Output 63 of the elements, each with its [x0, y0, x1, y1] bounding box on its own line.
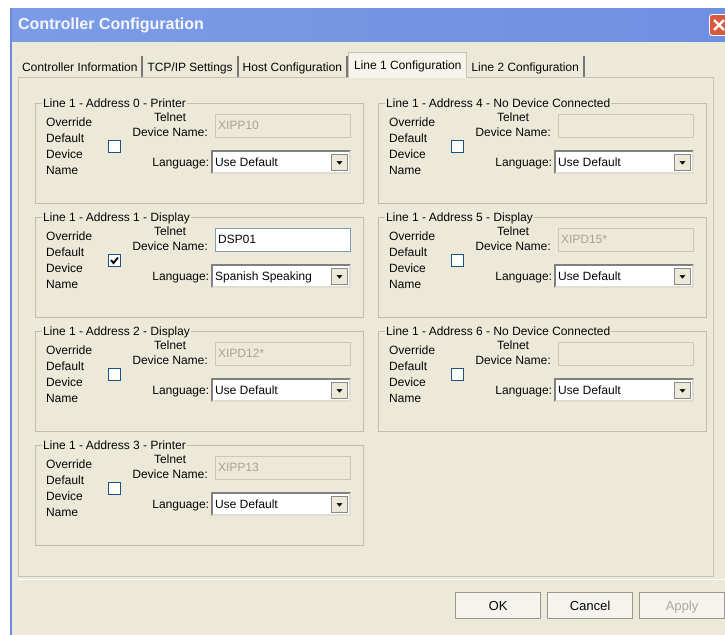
- field-label: Device Name:: [475, 353, 551, 368]
- window-title: Controller Configuration: [17, 16, 204, 34]
- input-field[interactable]: DSP01: [215, 228, 351, 252]
- field-label: Telnet: [154, 224, 186, 239]
- field-label: Language:: [151, 154, 209, 170]
- field-label: Language:: [494, 268, 552, 284]
- field-label: Telnet: [496, 224, 530, 239]
- field-label: Language:: [151, 268, 209, 284]
- group-title: Line 1 - Address 6 - No Device Connected: [385, 324, 612, 338]
- dropdown-arrow-icon[interactable]: [674, 382, 691, 398]
- group-title: Line 1 - Address 2 - Display: [42, 324, 191, 338]
- checkbox-label: Override Default Device Name: [46, 228, 94, 292]
- language-dropdown[interactable]: Use Default: [554, 264, 694, 288]
- field-label: Device Name:: [475, 125, 551, 140]
- checkbox-label: Override Default Device Name: [46, 342, 94, 406]
- language-dropdown[interactable]: Use Default: [211, 150, 351, 174]
- field-label: Telnet: [154, 452, 186, 467]
- dropdown-arrow-icon[interactable]: [331, 154, 348, 170]
- tab[interactable]: Line 1 Configuration: [348, 52, 468, 78]
- dropdown-arrow-icon[interactable]: [331, 382, 348, 398]
- group-title: Line 1 - Address 4 - No Device Connected: [385, 96, 612, 110]
- field-label: Telnet: [496, 338, 530, 353]
- checkbox-label: Override Default Device Name: [46, 114, 94, 178]
- field-label: Device Name:: [132, 125, 208, 140]
- checkbox[interactable]: [451, 368, 464, 381]
- checkbox-label: Override Default Device Name: [389, 228, 436, 292]
- checkbox[interactable]: [451, 140, 464, 153]
- field-label: Device Name:: [132, 353, 208, 368]
- dropdown-arrow-icon[interactable]: [674, 154, 691, 170]
- group-title: Line 1 - Address 0 - Printer: [42, 96, 187, 110]
- field-label: Telnet: [154, 338, 186, 353]
- checkbox[interactable]: [108, 140, 121, 153]
- checkbox-label: Override Default Device Name: [389, 114, 436, 178]
- language-dropdown[interactable]: Spanish Speaking: [211, 264, 351, 288]
- dialog-button[interactable]: Cancel: [547, 592, 633, 619]
- field-label: Device Name:: [132, 239, 208, 254]
- field-label: Telnet: [496, 110, 530, 125]
- language-dropdown[interactable]: Use Default: [554, 150, 694, 174]
- field-label: Device Name:: [475, 239, 551, 254]
- dropdown-arrow-icon[interactable]: [674, 268, 691, 284]
- dialog-button[interactable]: OK: [455, 592, 541, 619]
- field-label: Device Name:: [132, 467, 208, 482]
- field-label: Language:: [494, 382, 552, 398]
- checkbox-label: Override Default Device Name: [389, 342, 436, 406]
- group-title: Line 1 - Address 3 - Printer: [42, 438, 187, 452]
- checkbox-label: Override Default Device Name: [46, 456, 94, 520]
- language-dropdown[interactable]: Use Default: [211, 492, 351, 516]
- group-title: Line 1 - Address 5 - Display: [385, 210, 534, 224]
- checkbox[interactable]: [108, 482, 121, 495]
- field-label: Language:: [494, 154, 552, 170]
- language-dropdown[interactable]: Use Default: [554, 378, 694, 402]
- close-icon[interactable]: [709, 14, 725, 36]
- check-icon: [110, 256, 119, 265]
- dropdown-arrow-icon[interactable]: [331, 496, 348, 512]
- field-label: Telnet: [154, 110, 186, 125]
- group-title: Line 1 - Address 1 - Display: [42, 210, 191, 224]
- checkbox[interactable]: [451, 254, 464, 267]
- dropdown-arrow-icon[interactable]: [331, 268, 348, 284]
- field-label: Language:: [151, 382, 209, 398]
- checkbox[interactable]: [108, 254, 121, 267]
- field-label: Language:: [151, 496, 209, 512]
- checkbox[interactable]: [108, 368, 121, 381]
- language-dropdown[interactable]: Use Default: [211, 378, 351, 402]
